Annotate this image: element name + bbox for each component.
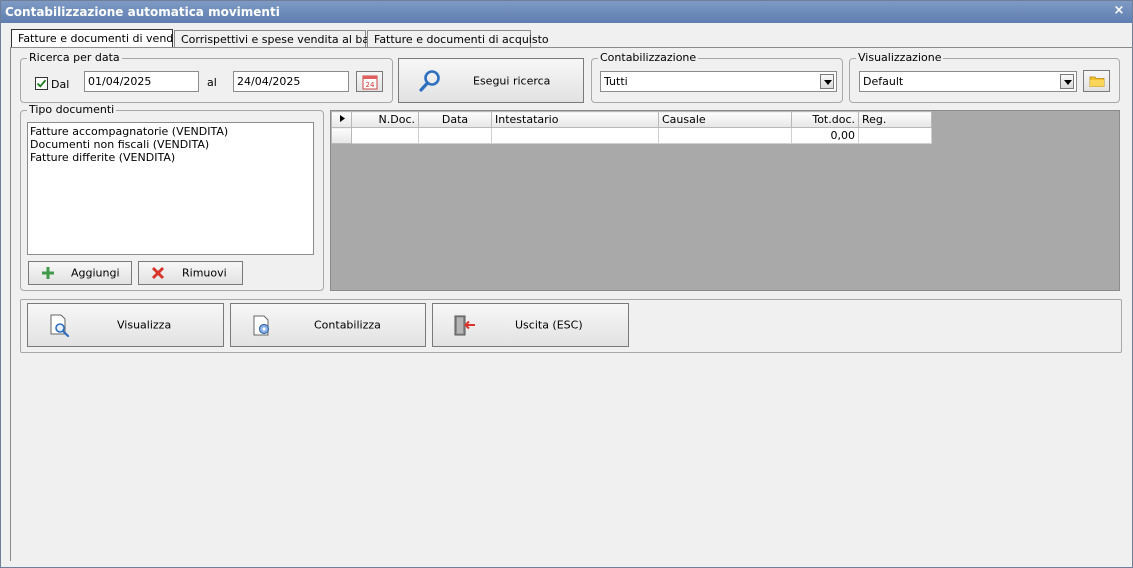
list-item[interactable]: Fatture differite (VENDITA): [30, 151, 311, 164]
to-date-field[interactable]: 24/04/2025: [233, 71, 349, 92]
document-types-list[interactable]: Fatture accompagnatorie (VENDITA) Docume…: [27, 122, 314, 255]
plus-icon: [42, 267, 54, 279]
accounting-select[interactable]: Tutti: [600, 71, 837, 92]
tab-counter-sales[interactable]: Corrispettivi e spese vendita al banco: [174, 30, 389, 48]
from-date-field[interactable]: 01/04/2025: [84, 71, 199, 92]
group-label: Tipo documenti: [27, 103, 117, 116]
add-label: Aggiungi: [71, 266, 120, 280]
view-select-value: Default: [863, 75, 904, 88]
row-indicator-header: [331, 111, 352, 128]
column-header-reg[interactable]: Reg.: [858, 111, 932, 128]
column-header-holder[interactable]: Intestatario: [491, 111, 659, 128]
table-cell[interactable]: [658, 127, 792, 144]
column-header-reason[interactable]: Causale: [658, 111, 792, 128]
folder-icon: [1089, 76, 1105, 87]
window-title: Contabilizzazione automatica movimenti: [5, 5, 280, 19]
list-item[interactable]: Documenti non fiscali (VENDITA): [30, 138, 311, 151]
exit-door-icon: [454, 315, 475, 336]
calendar-button[interactable]: 24: [356, 71, 383, 92]
group-label: Visualizzazione: [856, 51, 944, 64]
add-document-type-button[interactable]: Aggiungi: [28, 261, 132, 285]
documents-table: N.Doc. Data Intestatario Causale Tot.doc…: [331, 111, 932, 144]
exit-button[interactable]: Uscita (ESC): [432, 303, 629, 347]
search-icon: [419, 70, 440, 92]
document-gear-icon: [253, 315, 270, 336]
row-pointer-icon: [339, 115, 345, 122]
view-label: Visualizza: [117, 318, 172, 332]
group-label: Contabilizzazione: [598, 51, 699, 64]
delete-icon: [151, 266, 165, 280]
open-view-button[interactable]: [1083, 70, 1110, 92]
view-button[interactable]: Visualizza: [27, 303, 224, 347]
remove-document-type-button[interactable]: Rimuovi: [138, 261, 243, 285]
title-bar[interactable]: Contabilizzazione automatica movimenti ×: [1, 1, 1132, 23]
tab-purchase-invoices[interactable]: Fatture e documenti di acquisto: [367, 30, 549, 48]
run-search-button[interactable]: Esegui ricerca: [398, 58, 584, 103]
group-label: Ricerca per data: [27, 51, 122, 64]
row-indicator-cell[interactable]: [331, 127, 352, 144]
table-cell[interactable]: 0,00: [791, 127, 859, 144]
remove-label: Rimuovi: [182, 266, 227, 280]
documents-grid[interactable]: N.Doc. Data Intestatario Causale Tot.doc…: [330, 110, 1120, 291]
chevron-down-icon[interactable]: [820, 74, 834, 89]
accounting-select-value: Tutti: [604, 75, 628, 88]
document-search-icon: [50, 314, 70, 338]
close-icon[interactable]: ×: [1112, 4, 1126, 18]
list-item[interactable]: Fatture accompagnatorie (VENDITA): [30, 125, 311, 138]
table-cell[interactable]: [418, 127, 492, 144]
column-header-date[interactable]: Data: [418, 111, 492, 128]
post-entries-label: Contabilizza: [314, 318, 381, 332]
column-header-doc-number[interactable]: N.Doc.: [351, 111, 419, 128]
tab-label: Corrispettivi e spese vendita al banco: [181, 33, 389, 46]
tab-sales-invoices[interactable]: Fatture e documenti di vendita: [11, 29, 187, 48]
post-entries-button[interactable]: Contabilizza: [230, 303, 426, 347]
tab-label: Fatture e documenti di vendita: [18, 32, 188, 45]
calendar-icon: 24: [362, 75, 378, 90]
from-date-label: Dal: [51, 78, 70, 91]
checkmark-icon: [36, 79, 47, 88]
exit-label: Uscita (ESC): [515, 318, 583, 332]
from-date-checkbox[interactable]: [35, 77, 48, 90]
tab-label: Fatture e documenti di acquisto: [374, 33, 549, 46]
svg-text:24: 24: [366, 81, 375, 89]
table-cell[interactable]: [858, 127, 932, 144]
table-cell[interactable]: [351, 127, 419, 144]
to-date-label: al: [207, 76, 217, 89]
main-window: Contabilizzazione automatica movimenti ×…: [0, 0, 1133, 568]
view-select[interactable]: Default: [859, 71, 1077, 92]
chevron-down-icon[interactable]: [1060, 74, 1074, 89]
table-cell[interactable]: [491, 127, 659, 144]
column-header-total[interactable]: Tot.doc.: [791, 111, 859, 128]
run-search-label: Esegui ricerca: [473, 74, 551, 87]
table-header-row: N.Doc. Data Intestatario Causale Tot.doc…: [331, 111, 932, 128]
table-row[interactable]: 0,00: [331, 127, 932, 144]
